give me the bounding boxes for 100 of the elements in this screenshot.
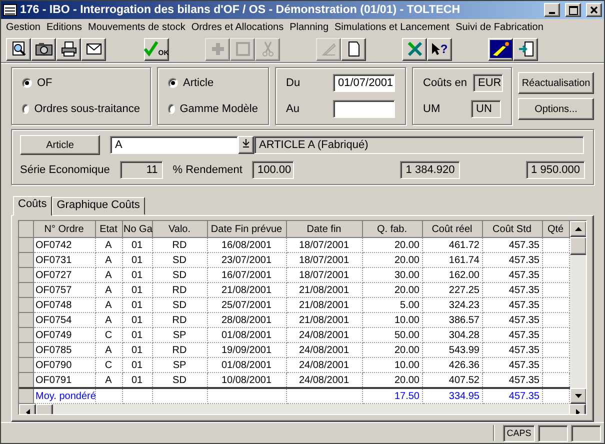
radio-button[interactable]	[168, 78, 178, 88]
status-pane	[538, 424, 568, 442]
table-cell: OF0754	[33, 312, 95, 328]
radio-option[interactable]: OF	[22, 77, 140, 89]
table-cell: 01	[122, 268, 152, 282]
table-cell: 24/08/2001	[286, 328, 362, 342]
refresh-button[interactable]: Réactualisation	[518, 72, 594, 94]
menu-item[interactable]: Suivi de Fabrication	[452, 22, 546, 33]
menu-item[interactable]: Planning	[286, 22, 332, 33]
maximize-button[interactable]	[565, 3, 581, 17]
table-cell: 543.99	[422, 342, 482, 358]
article-button[interactable]: Article	[20, 135, 100, 155]
table-cell: SD	[152, 372, 207, 388]
rendement-field: 100.00	[252, 161, 294, 179]
toolbar-button[interactable]: ?	[427, 38, 452, 60]
table-cell: 21/08/2001	[286, 282, 362, 298]
scroll-down-button[interactable]	[570, 388, 586, 404]
column-header[interactable]: No Ga	[122, 221, 152, 238]
minimize-button[interactable]	[544, 3, 560, 17]
toolbar-button[interactable]	[56, 38, 81, 60]
down-arrow-icon	[574, 394, 582, 398]
table-cell: 25/07/2001	[207, 298, 286, 312]
value-field: 1 384.920	[400, 161, 460, 179]
menu-item[interactable]: Ordres et Allocations	[188, 22, 287, 33]
app-icon	[3, 4, 17, 16]
table-cell: 24/08/2001	[286, 358, 362, 372]
toolbar-button[interactable]	[81, 38, 106, 60]
radio-option[interactable]: Article	[168, 77, 258, 89]
table-cell: 21/08/2001	[286, 312, 362, 328]
column-header[interactable]: Etat	[95, 221, 122, 238]
up-arrow-icon	[574, 227, 582, 231]
radio-button[interactable]	[22, 104, 30, 114]
scroll-up-button[interactable]	[570, 221, 586, 237]
column-header[interactable]: Q. fab.	[362, 221, 422, 238]
date-field[interactable]	[333, 100, 395, 118]
table-cell: 01/08/2001	[207, 358, 286, 372]
printer-icon	[60, 40, 78, 58]
table-cell: 457.35	[482, 342, 542, 358]
table-cell: 162.00	[422, 268, 482, 282]
table-cell: 20.00	[362, 252, 422, 268]
toolbar-button[interactable]	[513, 38, 538, 60]
table-cell: 161.74	[422, 252, 482, 268]
table-cell: 21/08/2001	[207, 282, 286, 298]
table-cell: 407.52	[422, 372, 482, 388]
radio-button[interactable]	[22, 78, 32, 88]
magnifier-icon	[10, 40, 28, 58]
menu-item[interactable]: Simulations et Lancement	[332, 22, 453, 33]
column-header[interactable]: Date fin	[286, 221, 362, 238]
table-cell: 30.00	[362, 268, 422, 282]
table-cell: 18/07/2001	[286, 268, 362, 282]
table-cell: C	[95, 328, 122, 342]
toolbar-button[interactable]	[6, 38, 31, 60]
table-cell: 20.00	[362, 372, 422, 388]
column-header[interactable]: Date Fin prévue	[207, 221, 286, 238]
table-cell: 386.57	[422, 312, 482, 328]
column-header[interactable]: Valo.	[152, 221, 207, 238]
radio-button[interactable]	[168, 104, 175, 114]
table-cell: 24/08/2001	[286, 342, 362, 358]
tab[interactable]: Graphique Coûts	[52, 197, 145, 215]
table-cell: 457.35	[482, 282, 542, 298]
table-cell: 21/08/2001	[286, 298, 362, 312]
table-cell: A	[95, 252, 122, 268]
download-arrow-icon	[242, 139, 250, 148]
toolbar-button[interactable]	[31, 38, 56, 60]
table-cell: A	[95, 268, 122, 282]
table-cell: RD	[152, 342, 207, 358]
value-field: 1 950.000	[526, 161, 585, 179]
column-header[interactable]: N° Ordre	[33, 221, 95, 238]
table-cell: 19/09/2001	[207, 342, 286, 358]
close-button[interactable]	[586, 3, 602, 17]
toolbar-button[interactable]	[488, 38, 513, 60]
article-code-field[interactable]: A	[110, 136, 238, 154]
serie-field: 11	[120, 161, 163, 179]
table-cell: RD	[152, 312, 207, 328]
date-field[interactable]: 01/07/2001	[333, 74, 395, 92]
table-cell: 01	[122, 252, 152, 268]
table-cell: 10.00	[362, 312, 422, 328]
column-header[interactable]: Coût Std	[482, 221, 542, 238]
right-arrow-icon	[576, 408, 580, 414]
menu-item[interactable]: Gestion	[3, 22, 44, 33]
table-cell: A	[95, 372, 122, 388]
table-cell: C	[95, 358, 122, 372]
tab[interactable]: Coûts	[13, 196, 52, 216]
dropdown-button[interactable]	[238, 136, 254, 154]
table-cell: 10.00	[362, 358, 422, 372]
table-cell: OF0727	[33, 268, 95, 282]
table-cell: 01	[122, 358, 152, 372]
column-header[interactable]: Qté	[542, 221, 569, 238]
field-label: UM	[423, 103, 440, 115]
column-header[interactable]: Coût réel	[422, 221, 482, 238]
toolbar-button[interactable]	[402, 38, 427, 60]
table-cell: OF0757	[33, 282, 95, 298]
scrollbar-thumb[interactable]	[570, 237, 586, 255]
menu-item[interactable]: Editions	[43, 22, 86, 33]
table-cell: 24/08/2001	[286, 372, 362, 388]
options-button[interactable]: Options...	[518, 98, 594, 120]
frame-icon	[234, 40, 252, 58]
toolbar-button[interactable]	[341, 38, 366, 60]
table-cell: 16/08/2001	[207, 238, 286, 252]
menu-item[interactable]: Mouvements de stock	[85, 22, 188, 33]
